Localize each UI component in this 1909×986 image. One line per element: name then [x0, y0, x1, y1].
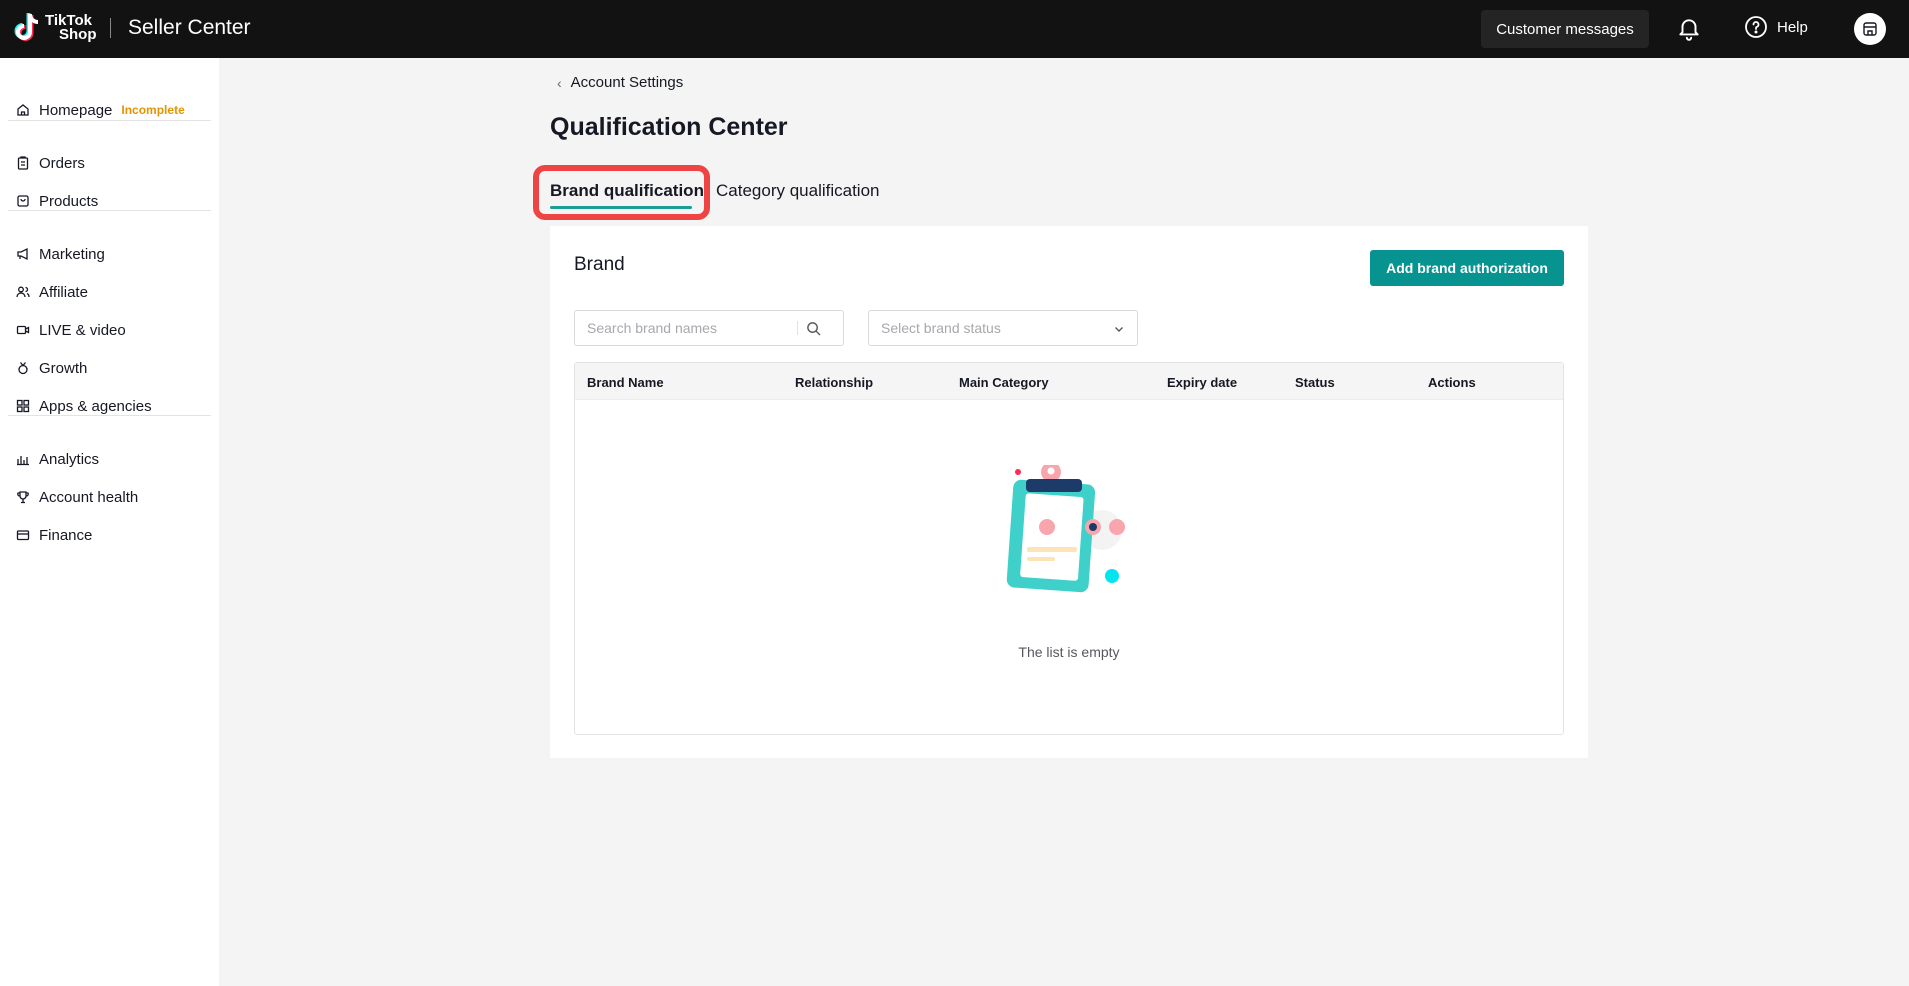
- sidebar-divider: [8, 120, 211, 121]
- sidebar-item-finance[interactable]: Finance: [0, 518, 219, 552]
- help-button[interactable]: Help: [1744, 15, 1808, 39]
- sidebar-item-label: Analytics: [39, 450, 100, 468]
- empty-list-illustration: [1001, 462, 1141, 610]
- medal-icon: [18, 362, 28, 375]
- breadcrumb-account-settings[interactable]: ‹ Account Settings: [557, 74, 683, 91]
- column-header-relationship: Relationship: [795, 375, 874, 390]
- sidebar-divider: [8, 210, 211, 211]
- brand-card: Brand Add brand authorization Select bra…: [550, 226, 1588, 758]
- column-header-expiry-date: Expiry date: [1167, 375, 1238, 390]
- sidebar-item-label: Affiliate: [39, 283, 88, 301]
- chevron-down-icon: [1115, 327, 1123, 332]
- store-icon: [1863, 22, 1877, 36]
- logo-text: TikTok Shop: [45, 13, 97, 43]
- video-icon: [16, 325, 30, 335]
- search-separator: [797, 321, 798, 335]
- logo-line-2: Shop: [59, 26, 97, 43]
- apps-icon: [16, 399, 30, 413]
- customer-messages-button[interactable]: Customer messages: [1481, 10, 1649, 48]
- column-header-main-category: Main Category: [959, 375, 1049, 390]
- column-header-brand-name: Brand Name: [587, 375, 664, 390]
- sidebar-item-label: Account health: [39, 488, 139, 506]
- trophy-icon: [17, 491, 29, 504]
- sidebar-item-homepage[interactable]: Homepage Incomplete: [0, 93, 219, 127]
- incomplete-badge: Incomplete: [121, 103, 185, 117]
- brand-search-box: [574, 310, 844, 346]
- home-icon: [17, 104, 29, 116]
- chart-icon: [17, 456, 29, 466]
- sidebar-item-label: Orders: [39, 154, 85, 172]
- sidebar-item-live-video[interactable]: LIVE & video: [0, 313, 219, 347]
- notification-bell-icon[interactable]: [1676, 16, 1702, 42]
- column-header-status: Status: [1295, 375, 1335, 390]
- empty-list-text: The list is empty: [1018, 644, 1120, 660]
- sidebar-item-marketing[interactable]: Marketing: [0, 237, 219, 271]
- add-brand-authorization-button[interactable]: Add brand authorization: [1370, 250, 1564, 286]
- sidebar-item-label: Apps & agencies: [39, 397, 152, 415]
- sidebar-item-orders[interactable]: Orders: [0, 146, 219, 180]
- logo-divider: [110, 18, 111, 38]
- sidebar-item-label: Homepage: [39, 101, 113, 119]
- sidebar-item-label: Finance: [39, 526, 93, 544]
- sidebar-item-products[interactable]: Products: [0, 184, 219, 218]
- help-icon: [1745, 16, 1767, 38]
- megaphone-icon: [17, 247, 28, 261]
- table-header: Brand Name Relationship Main Category Ex…: [575, 363, 1563, 400]
- help-label: Help: [1777, 18, 1808, 36]
- clipboard-icon: [17, 156, 29, 170]
- annotation-highlight-box: [533, 165, 710, 220]
- sidebar-item-growth[interactable]: Growth: [0, 351, 219, 385]
- chevron-left-icon: ‹: [557, 74, 562, 91]
- page-title: Qualification Center: [550, 113, 788, 141]
- breadcrumb-label: Account Settings: [570, 74, 684, 91]
- column-header-actions: Actions: [1428, 375, 1476, 390]
- tiktok-shop-logo[interactable]: TikTok Shop: [14, 12, 97, 44]
- sidebar-item-analytics[interactable]: Analytics: [0, 442, 219, 476]
- app-title: Seller Center: [128, 16, 251, 39]
- people-icon: [16, 286, 30, 298]
- bag-icon: [17, 195, 29, 207]
- brand-status-select[interactable]: Select brand status: [868, 310, 1138, 346]
- wallet-icon: [16, 530, 30, 541]
- sidebar-item-label: Products: [39, 192, 99, 210]
- sidebar-item-apps-agencies[interactable]: Apps & agencies: [0, 389, 219, 423]
- tiktok-logo-icon: [14, 12, 42, 44]
- sidebar-item-label: LIVE & video: [39, 321, 126, 339]
- shop-avatar[interactable]: [1854, 13, 1886, 45]
- card-title: Brand: [574, 254, 625, 275]
- search-icon[interactable]: [806, 321, 821, 336]
- sidebar-item-affiliate[interactable]: Affiliate: [0, 275, 219, 309]
- sidebar-item-label: Marketing: [39, 245, 105, 263]
- top-bar: TikTok Shop Seller Center Customer messa…: [0, 0, 1909, 58]
- sidebar-item-account-health[interactable]: Account health: [0, 480, 219, 514]
- brand-status-placeholder: Select brand status: [881, 320, 1001, 336]
- sidebar-item-label: Growth: [39, 359, 88, 377]
- brand-table: Brand Name Relationship Main Category Ex…: [574, 362, 1564, 735]
- brand-search-input[interactable]: [587, 320, 797, 336]
- tab-category-qualification[interactable]: Category qualification: [716, 181, 879, 201]
- sidebar-divider: [8, 415, 211, 416]
- sidebar: Homepage Incomplete Orders Products Mark…: [0, 58, 219, 986]
